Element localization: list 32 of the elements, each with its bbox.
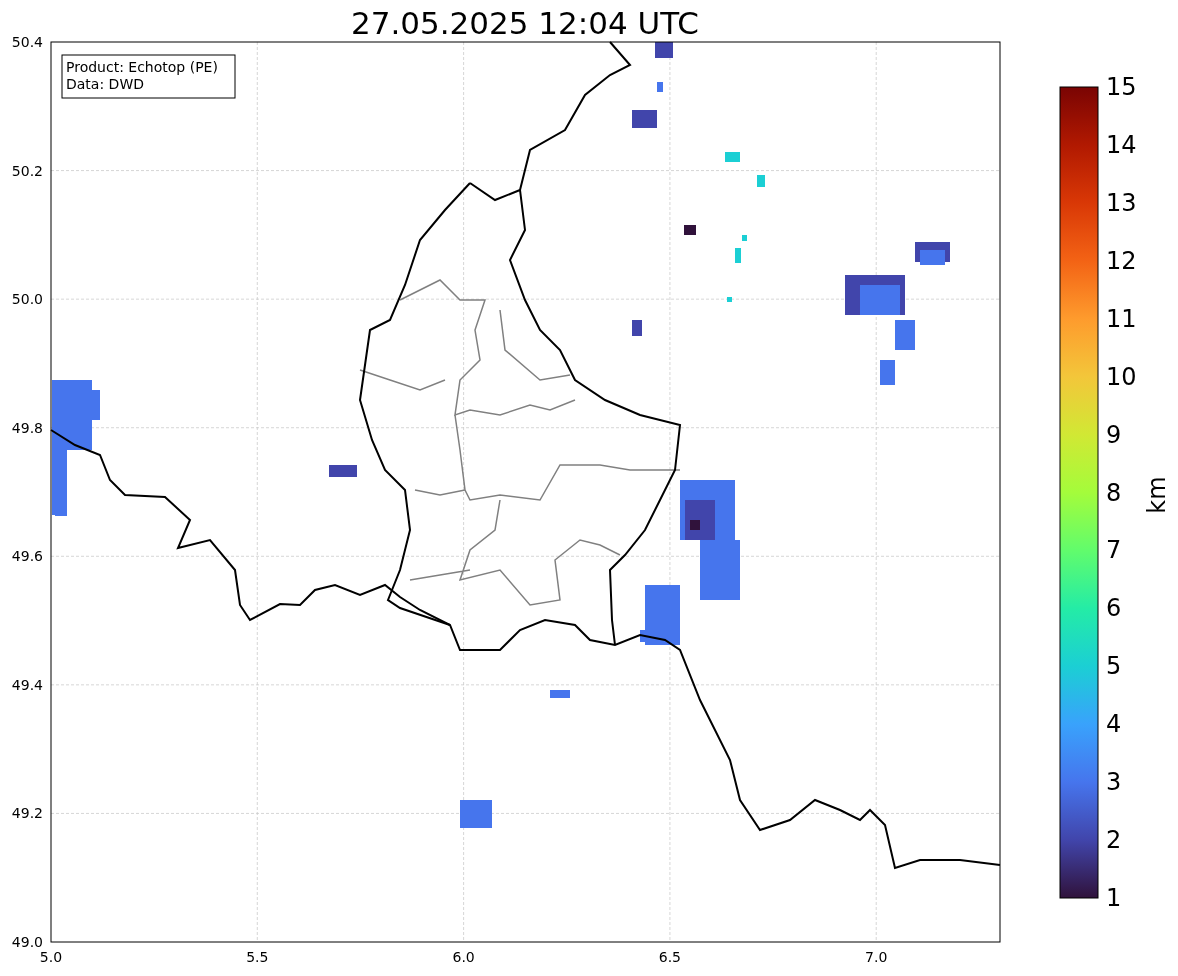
colorbar-tick-label: 1: [1106, 884, 1122, 912]
chart-title: 27.05.2025 12:04 UTC: [351, 5, 699, 41]
colorbar-tick-label: 14: [1106, 130, 1137, 159]
colorbar-tick-label: 4: [1106, 710, 1122, 739]
colorbar-tick-label: 8: [1106, 478, 1122, 507]
axis-tick-label: 49.6: [11, 548, 43, 565]
colorbar-tick-label: 2: [1106, 826, 1122, 855]
colorbar-tick-label: 10: [1106, 362, 1137, 391]
axis-tick-label: 49.4: [11, 676, 43, 693]
axis-tick-label: 49.0: [11, 934, 43, 950]
colorbar-tick-label: 6: [1106, 594, 1122, 623]
axis-tick-label: 6.5: [658, 949, 682, 965]
colorbar-tick-label: 13: [1106, 188, 1137, 217]
axis-tick-label: 50.0: [11, 291, 43, 308]
colorbar-tick-label: 11: [1106, 304, 1137, 333]
colorbar-tick-label: 12: [1106, 246, 1137, 275]
colorbar-tick-label: 9: [1106, 420, 1122, 449]
colorbar-tick-label: 7: [1106, 536, 1122, 565]
legend-text: Product: Echotop (PE): [66, 59, 218, 75]
axis-tick-label: 50.2: [11, 162, 43, 179]
colorbar-tick-label: 15: [1106, 73, 1137, 101]
axis-tick-label: 50.4: [11, 34, 43, 50]
colorbar-tick-label: 5: [1106, 652, 1122, 681]
colorbar-tick-label: 3: [1106, 768, 1122, 797]
axis-tick-label: 5.0: [39, 949, 63, 965]
axis-tick-label: 49.8: [11, 419, 43, 436]
axis-tick-label: 5.5: [246, 949, 269, 965]
axis-tick-label: 6.0: [452, 949, 475, 965]
legend-text: Data: DWD: [66, 76, 144, 92]
colorbar-label: km: [1143, 476, 1171, 514]
axis-tick-label: 7.0: [865, 949, 888, 965]
axis-tick-label: 49.2: [11, 805, 43, 822]
